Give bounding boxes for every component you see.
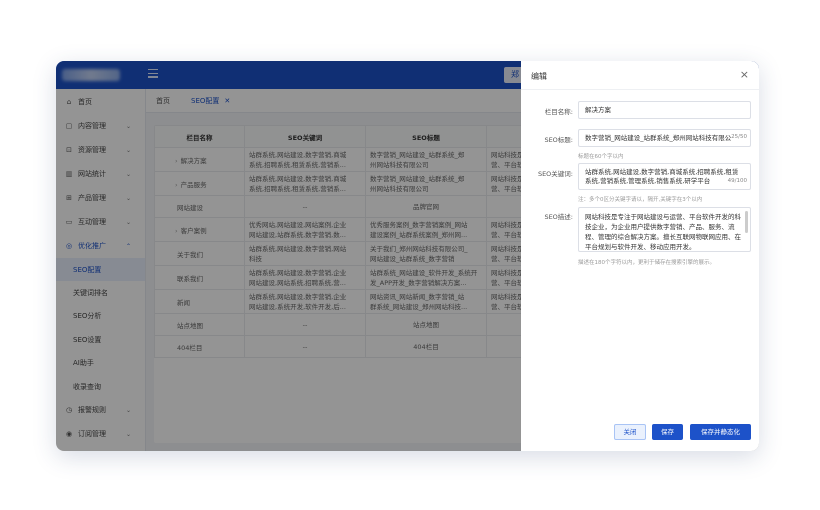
seo-title-label: SEO标题:: [544, 136, 573, 144]
save-and-static-button[interactable]: 保存并静态化: [690, 424, 751, 440]
textarea-scrollbar[interactable]: [745, 211, 748, 233]
seo-keywords-textarea[interactable]: 站群系统,网站建设,数字营销,商城系统,招聘系统,租赁系统,营销系统,管理系统,…: [578, 163, 751, 190]
dialog-divider: [521, 89, 759, 90]
close-button[interactable]: 关闭: [614, 424, 646, 440]
seo-keywords-counter: 49/100: [727, 177, 747, 186]
edit-dialog: 编辑 × 栏目名称: 解决方案 SEO标题: 数字营销_网站建设_站群系统_郑州…: [521, 61, 759, 451]
seo-title-input[interactable]: 数字营销_网站建设_站群系统_郑州网站科技有限公司 25/50: [578, 129, 751, 147]
seo-keywords-value: 站群系统,网站建设,数字营销,商城系统,招聘系统,租赁系统,营销系统,管理系统,…: [585, 168, 739, 185]
seo-description-textarea[interactable]: 网站科技是专注于网站建设与运营、平台软件开发的科技企业，为企业用户提供数字营销、…: [578, 207, 751, 252]
column-name-value: 解决方案: [585, 106, 611, 114]
column-name-input[interactable]: 解决方案: [578, 101, 751, 119]
seo-title-value: 数字营销_网站建设_站群系统_郑州网站科技有限公司: [585, 134, 738, 142]
save-button[interactable]: 保存: [652, 424, 683, 440]
seo-keywords-hint: 注：多个0区分关键字请以，隔开,关键字在3个以内: [578, 197, 703, 203]
seo-description-label: SEO描述:: [544, 213, 573, 221]
dialog-title: 编辑: [531, 72, 547, 81]
app-window: 郑 ⌂ 首页 ▢ 内容管理 ⌄ ⊡ 资源管理 ⌄ ▥ 网站统计 ⌄ ⊞ 产品管理 ⌄ ▭ 互动管理 ⌄ ◎ 优化推广…: [56, 61, 759, 451]
seo-title-counter: 25/50: [731, 133, 747, 142]
seo-description-value: 网站科技是专注于网站建设与运营、平台软件开发的科技企业，为企业用户提供数字营销、…: [585, 213, 741, 251]
seo-title-hint: 标题在60个字以内: [578, 154, 624, 160]
seo-description-hint: 描述在180个字符以内，更利于储存在搜索引擎的展示。: [578, 260, 715, 266]
close-icon[interactable]: ×: [740, 69, 749, 80]
name-label: 栏目名称:: [544, 108, 573, 116]
seo-keywords-label: SEO关键词:: [537, 170, 573, 178]
